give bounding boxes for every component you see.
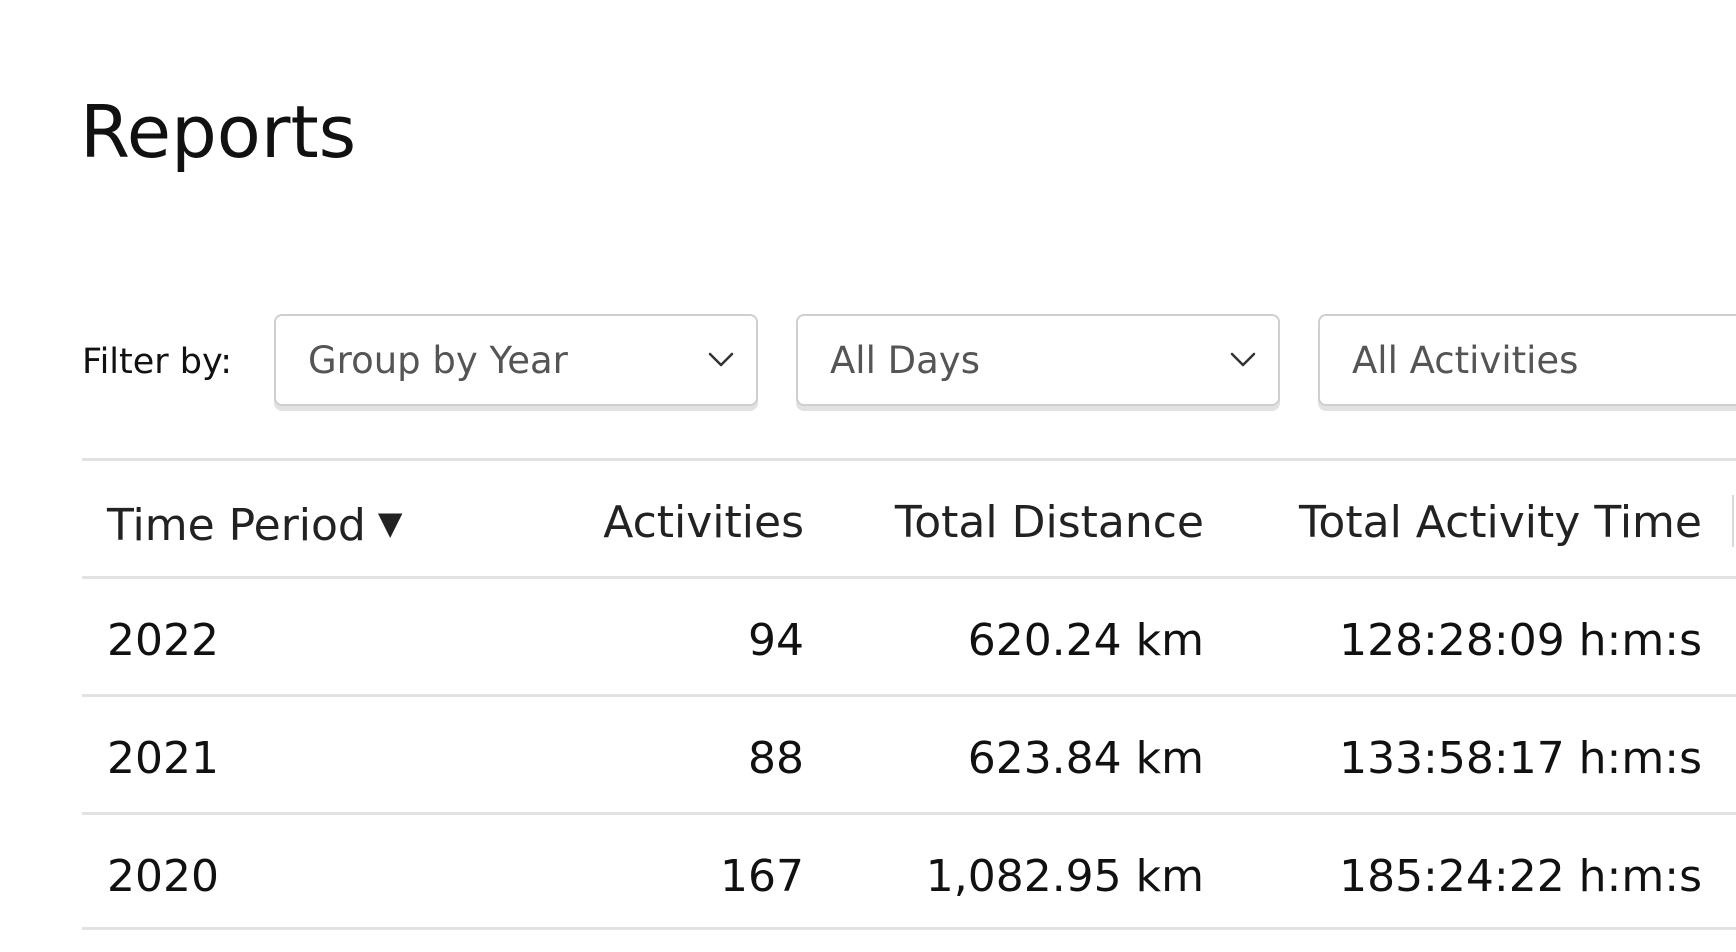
activities-select-value: All Activities: [1352, 339, 1579, 382]
cell-total-activity-time: 133:58:17 h:m:s: [1339, 733, 1702, 784]
filter-label: Filter by:: [82, 342, 232, 382]
header-activities[interactable]: Activities: [362, 499, 804, 547]
cell-total-activity-time: 128:28:09 h:m:s: [1339, 615, 1702, 666]
days-select-value: All Days: [830, 339, 980, 382]
table-row[interactable]: 2020 167 1,082.95 km 185:24:22 h:m:s: [82, 812, 1736, 930]
cell-time-period: 2021: [107, 733, 219, 784]
group-by-select[interactable]: Group by Year: [274, 314, 758, 406]
cell-time-period: 2022: [107, 615, 219, 666]
header-time-period-label: Time Period: [107, 500, 366, 551]
days-select[interactable]: All Days: [796, 314, 1280, 406]
activities-select[interactable]: All Activities: [1318, 314, 1736, 406]
chevron-down-icon: [1230, 352, 1256, 367]
cell-activities: 94: [748, 615, 804, 666]
table-row[interactable]: 2021 88 623.84 km 133:58:17 h:m:s: [82, 694, 1736, 812]
header-time-period[interactable]: Time Period ▼: [107, 499, 402, 550]
table-row[interactable]: 2022 94 620.24 km 128:28:09 h:m:s: [82, 576, 1736, 694]
cell-total-distance: 1,082.95 km: [925, 851, 1204, 902]
column-edge: [1732, 495, 1734, 547]
table-header-row: Time Period ▼ Activities Total Distance T…: [82, 458, 1736, 576]
cell-activities: 88: [748, 733, 804, 784]
reports-table: Time Period ▼ Activities Total Distance T…: [82, 458, 1736, 930]
cell-time-period: 2020: [107, 851, 219, 902]
header-total-activity-time[interactable]: Total Activity Time: [1232, 499, 1702, 547]
cell-activities: 167: [720, 851, 804, 902]
group-by-select-value: Group by Year: [308, 339, 568, 382]
reports-page: Reports Filter by: Group by Year All Day…: [0, 0, 1736, 952]
cell-total-activity-time: 185:24:22 h:m:s: [1339, 851, 1702, 902]
cell-total-distance: 620.24 km: [967, 615, 1204, 666]
header-total-distance[interactable]: Total Distance: [842, 499, 1204, 547]
cell-total-distance: 623.84 km: [967, 733, 1204, 784]
chevron-down-icon: [708, 352, 734, 367]
page-title: Reports: [80, 90, 357, 174]
